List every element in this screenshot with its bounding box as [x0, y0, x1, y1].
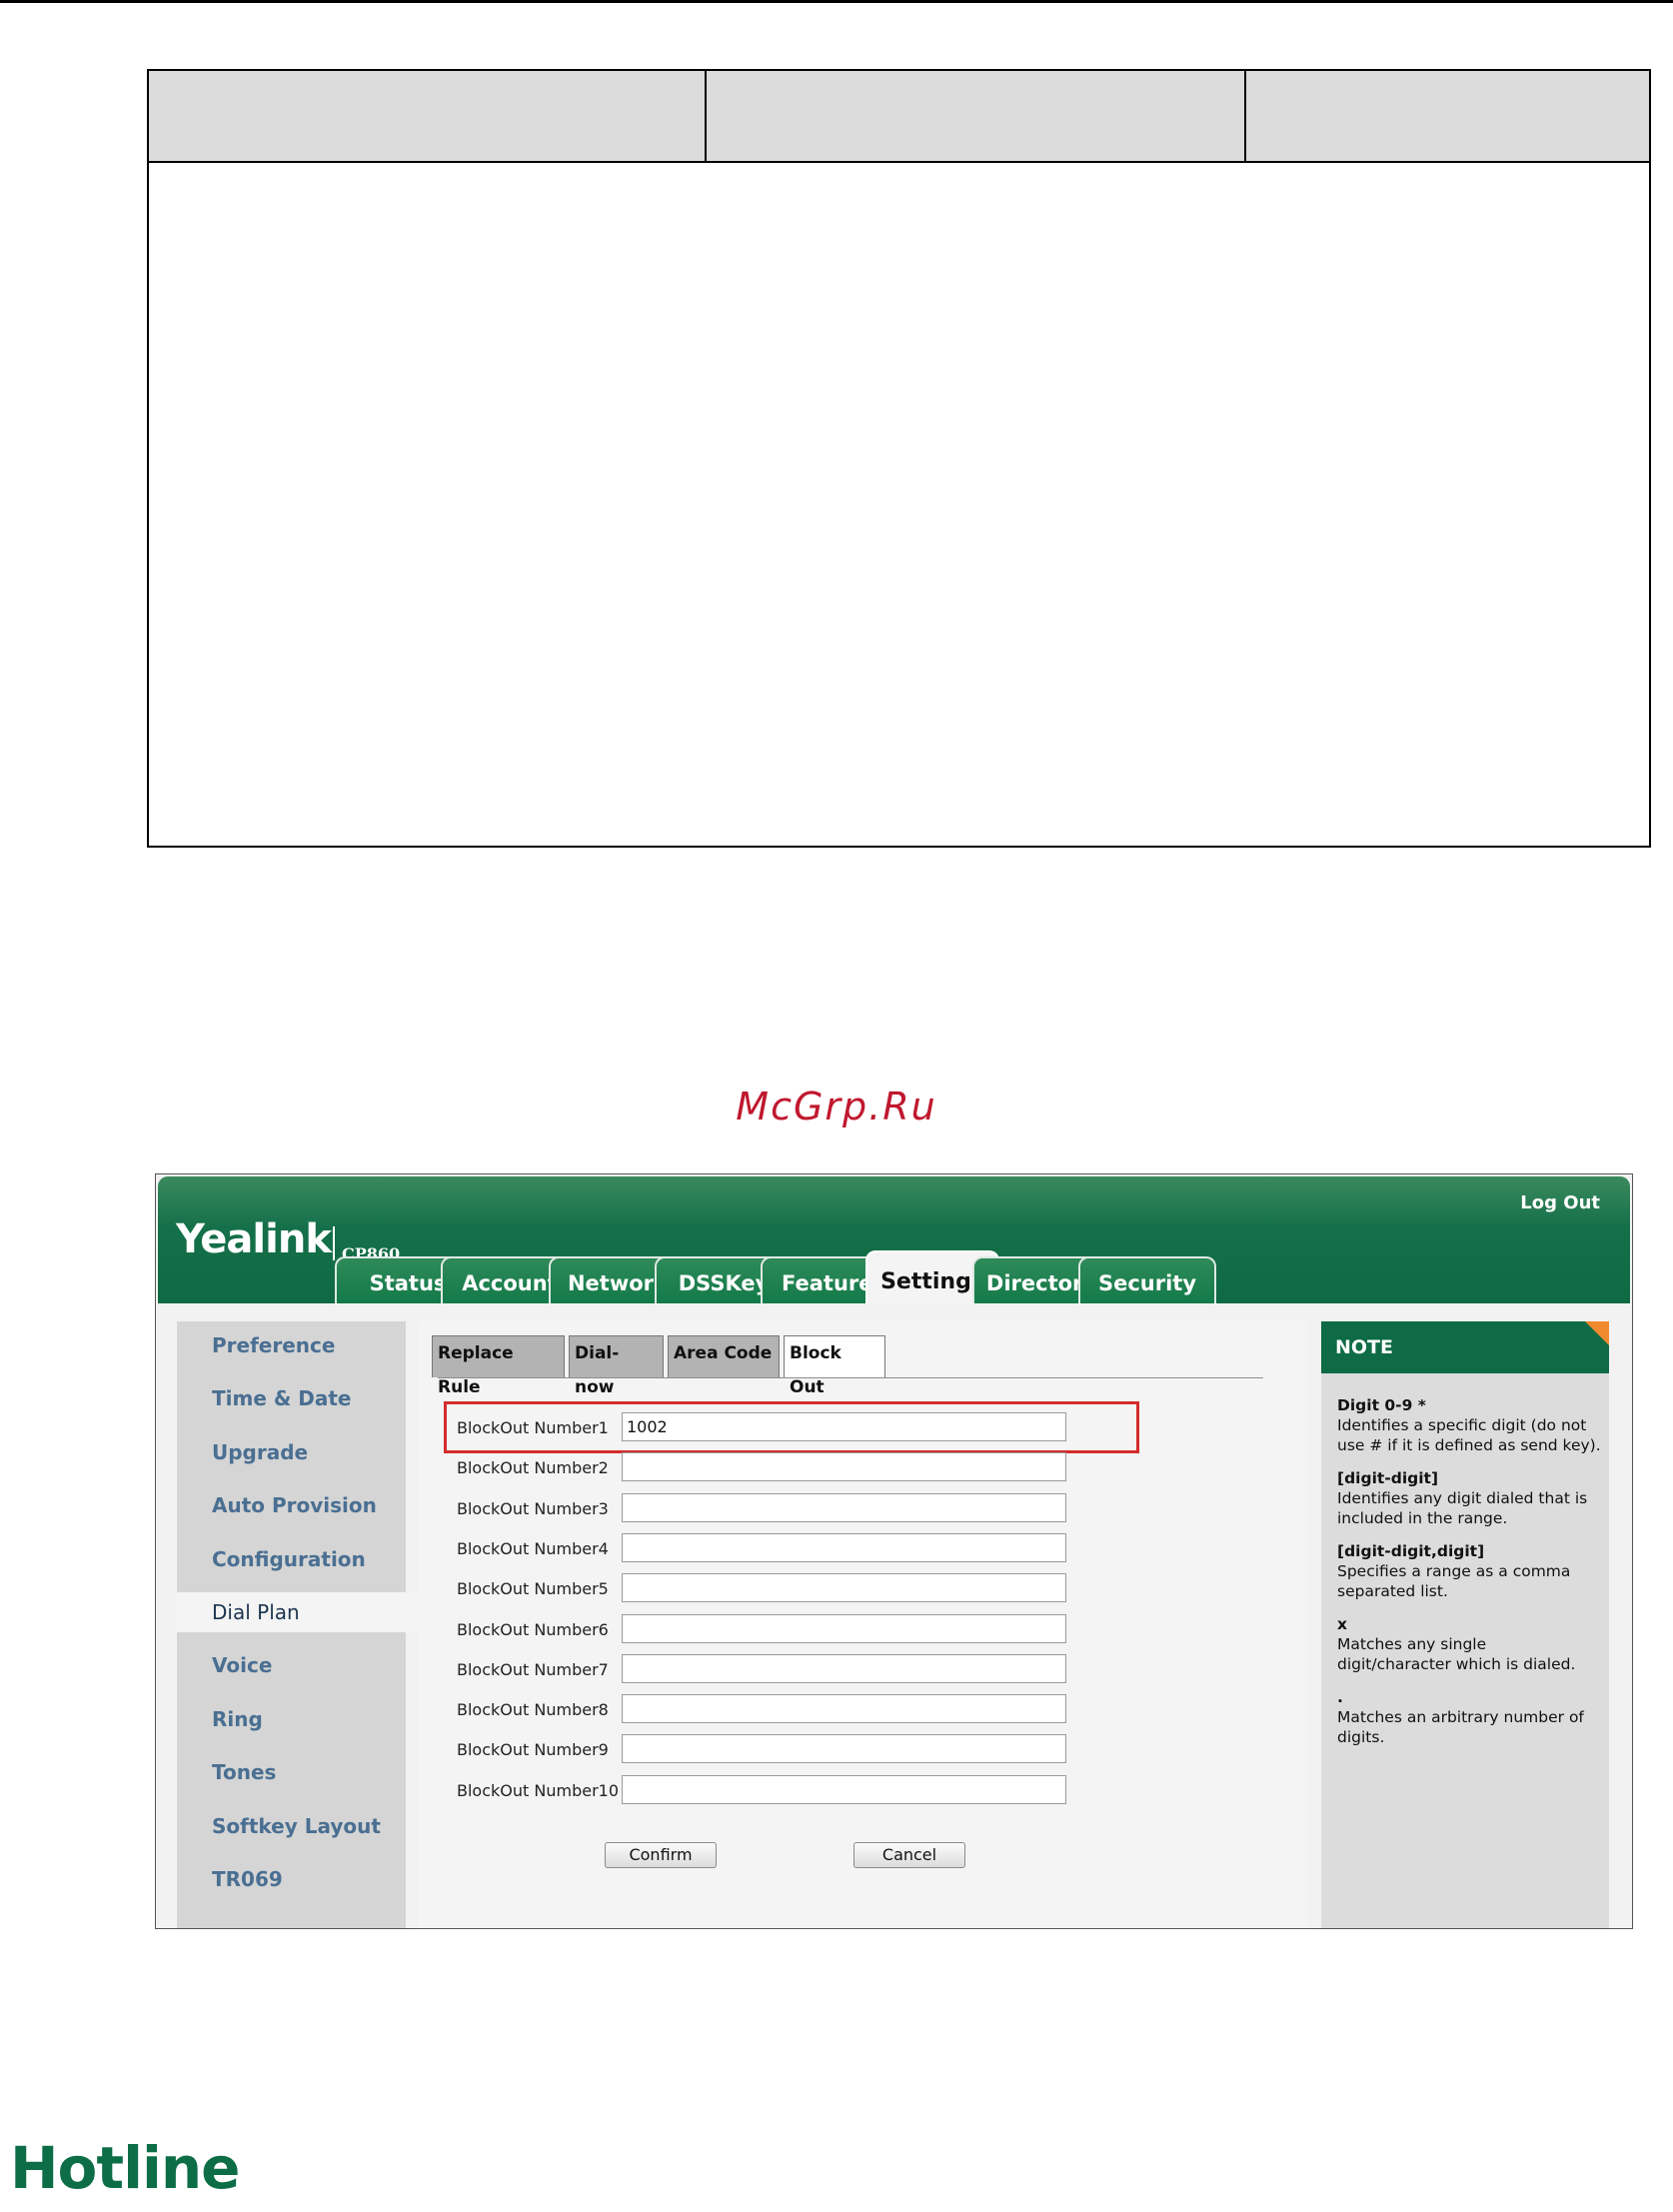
blockout-input[interactable] — [622, 1734, 1066, 1764]
sidebar-item-softkey-layout[interactable]: Softkey Layout — [177, 1806, 406, 1846]
note-description: Matches an arbitrary number of digits. — [1337, 1708, 1584, 1746]
blockout-input[interactable] — [622, 1573, 1066, 1603]
blockout-label: BlockOut Number8 — [457, 1700, 609, 1720]
web-ui-screenshot: Yealink CP860 Log Out Status Account Netwo… — [155, 1173, 1633, 1929]
blockout-input[interactable] — [622, 1452, 1066, 1482]
subtab-area-code[interactable]: Area Code — [668, 1335, 780, 1377]
blockout-input[interactable] — [622, 1492, 1066, 1522]
blockout-label: BlockOut Number10 — [457, 1780, 619, 1800]
yealink-logo: Yealink — [176, 1216, 332, 1262]
subtab-block-out[interactable]: Block Out — [784, 1335, 885, 1397]
note-entry: [digit-digit] Identifies any digit dialed… — [1337, 1468, 1601, 1528]
sidebar-item-dial-plan[interactable]: Dial Plan — [177, 1592, 421, 1632]
blockout-label: BlockOut Number1 — [457, 1418, 609, 1437]
blockout-input[interactable] — [622, 1774, 1066, 1804]
cancel-button[interactable]: Cancel — [853, 1842, 965, 1868]
logo-separator — [333, 1226, 335, 1260]
blockout-label: BlockOut Number9 — [457, 1740, 609, 1760]
blockout-label: BlockOut Number2 — [457, 1458, 609, 1478]
note-entry: [digit-digit,digit] Specifies a range as … — [1337, 1541, 1601, 1601]
note-term: . — [1337, 1688, 1343, 1706]
blockout-input[interactable] — [622, 1412, 1066, 1441]
note-title: NOTE — [1321, 1321, 1609, 1373]
section-heading: Hotline — [10, 2134, 241, 2202]
document-table — [147, 69, 1651, 848]
note-term: [digit-digit] — [1337, 1469, 1439, 1487]
note-entry: x Matches any single digit/character whic… — [1337, 1614, 1601, 1674]
note-description: Specifies a range as a comma separated l… — [1337, 1562, 1571, 1600]
blockout-label: BlockOut Number3 — [457, 1498, 609, 1518]
sidebar-item-upgrade[interactable]: Upgrade — [177, 1432, 406, 1472]
note-panel: NOTE Digit 0-9 * Identifies a specific di… — [1321, 1321, 1609, 1928]
subtab-dial-now[interactable]: Dial-now — [569, 1335, 664, 1397]
sidebar-item-preference[interactable]: Preference — [177, 1325, 406, 1365]
note-entry: Digit 0-9 * Identifies a specific digit (… — [1337, 1395, 1601, 1455]
blockout-label: BlockOut Number7 — [457, 1659, 609, 1679]
table-column-divider — [705, 71, 707, 161]
note-term: x — [1337, 1615, 1347, 1633]
blockout-input[interactable] — [622, 1694, 1066, 1724]
subtab-replace-rule[interactable]: Replace Rule — [432, 1335, 565, 1397]
sidebar-item-tones[interactable]: Tones — [177, 1752, 406, 1792]
note-term: Digit 0-9 * — [1337, 1396, 1426, 1414]
note-description: Matches any single digit/character which… — [1337, 1635, 1576, 1673]
subtab-underline — [438, 1377, 1263, 1378]
table-header-row — [149, 71, 1649, 163]
blockout-input[interactable] — [622, 1653, 1066, 1683]
logout-link[interactable]: Log Out — [1520, 1192, 1600, 1213]
blockout-input[interactable] — [622, 1532, 1066, 1562]
note-entry: . Matches an arbitrary number of digits. — [1337, 1687, 1601, 1747]
sidebar-item-tr069[interactable]: TR069 — [177, 1859, 406, 1899]
note-body: Digit 0-9 * Identifies a specific digit (… — [1337, 1395, 1601, 1760]
sidebar-item-voice[interactable]: Voice — [177, 1645, 406, 1685]
blockout-label: BlockOut Number4 — [457, 1538, 609, 1558]
blockout-label: BlockOut Number5 — [457, 1579, 609, 1599]
confirm-button[interactable]: Confirm — [605, 1842, 717, 1868]
note-description: Identifies any digit dialed that is incl… — [1337, 1489, 1588, 1527]
note-corner-fold — [1585, 1321, 1609, 1345]
sidebar-item-configuration[interactable]: Configuration — [177, 1539, 406, 1579]
watermark: McGrp.Ru — [736, 1085, 937, 1128]
blockout-input[interactable] — [622, 1613, 1066, 1643]
header-banner: Yealink CP860 Log Out Status Account Netwo… — [158, 1176, 1630, 1304]
sidebar-item-time-date[interactable]: Time & Date — [177, 1378, 406, 1418]
sidebar-item-ring[interactable]: Ring — [177, 1699, 406, 1739]
main-panel: Replace Rule Dial-now Area Code Block Out B… — [418, 1321, 1307, 1928]
table-column-divider — [1244, 71, 1246, 161]
sidebar-menu: Preference Time & Date Upgrade Auto Provisi… — [177, 1321, 421, 1928]
sidebar-item-auto-provision[interactable]: Auto Provision — [177, 1485, 406, 1525]
tab-security[interactable]: Security — [1078, 1256, 1216, 1303]
blockout-label: BlockOut Number6 — [457, 1619, 609, 1639]
note-description: Identifies a specific digit (do not use … — [1337, 1416, 1601, 1454]
top-rule — [0, 0, 1673, 3]
note-term: [digit-digit,digit] — [1337, 1542, 1485, 1560]
